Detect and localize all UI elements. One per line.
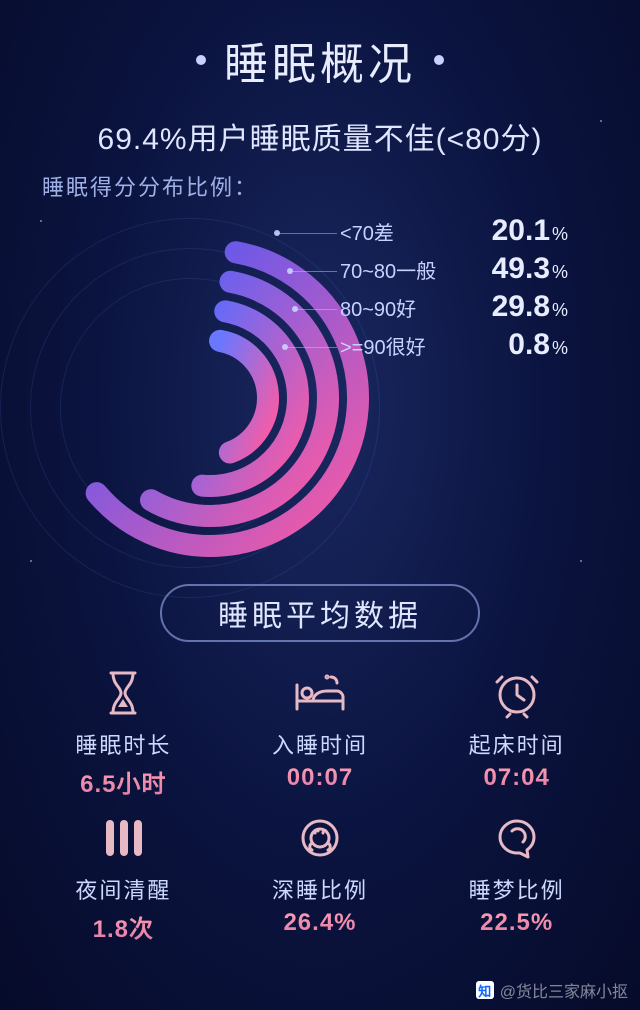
- legend-row: <70差20.1%: [340, 214, 568, 252]
- legend-row: >=90很好0.8%: [340, 328, 568, 366]
- zhihu-icon: 知: [476, 981, 494, 999]
- legend-value: 49.3: [460, 252, 550, 286]
- alarm-icon: [423, 664, 610, 722]
- stats-grid: 睡眠时长 6.5小时入睡时间 00:07 起床时间 07:04 夜间清醒 1.8次深睡比例 2…: [0, 664, 640, 944]
- radial-chart: <70差20.1%70~80一般49.3%80~90好29.8%>=90很好0.…: [0, 208, 640, 568]
- leader-dot: [292, 306, 298, 312]
- brain-icon: [423, 809, 610, 867]
- legend-row: 70~80一般49.3%: [340, 252, 568, 290]
- arc-segment: [220, 341, 268, 453]
- page-title: 睡眠概况: [224, 28, 416, 92]
- legend-label: <70差: [340, 217, 460, 246]
- stat-label: 睡眠时长: [30, 728, 217, 760]
- legend-row: 80~90好29.8%: [340, 290, 568, 328]
- headline-text: 69.4%用户睡眠质量不佳(<80分): [0, 114, 640, 158]
- leader-line: [285, 347, 337, 348]
- radial-arcs: [20, 198, 380, 578]
- legend-label: 70~80一般: [340, 255, 460, 284]
- stat-value: 07:04: [423, 764, 610, 792]
- stat-value: 22.5%: [423, 909, 610, 937]
- decor-dot-right: [434, 55, 444, 65]
- stat-cell: 深睡比例 26.4%: [227, 809, 414, 944]
- decor-dot-left: [196, 55, 206, 65]
- leader-dot: [287, 268, 293, 274]
- legend-pct-suffix: %: [552, 262, 568, 283]
- bed-icon: [227, 664, 414, 722]
- stat-value: 1.8次: [30, 909, 217, 944]
- stat-cell: 睡眠时长 6.5小时: [30, 664, 217, 799]
- stat-cell: 夜间清醒 1.8次: [30, 809, 217, 944]
- legend-value: 29.8: [460, 290, 550, 324]
- leader-line: [290, 271, 337, 272]
- stat-value: 26.4%: [227, 909, 414, 937]
- chart-legend: <70差20.1%70~80一般49.3%80~90好29.8%>=90很好0.…: [340, 214, 568, 366]
- stat-value: 6.5小时: [30, 764, 217, 799]
- legend-value: 0.8: [460, 328, 550, 362]
- stat-label: 夜间清醒: [30, 873, 217, 905]
- leader-line: [295, 309, 337, 310]
- leader-dot: [282, 344, 288, 350]
- stat-cell: 入睡时间 00:07: [227, 664, 414, 799]
- legend-label: 80~90好: [340, 293, 460, 322]
- stat-label: 入睡时间: [227, 728, 414, 760]
- page-header: 睡眠概况: [0, 0, 640, 92]
- stat-label: 起床时间: [423, 728, 610, 760]
- legend-label: >=90很好: [340, 331, 460, 360]
- watermark-text: @货比三家麻小抠: [500, 978, 628, 1002]
- legend-pct-suffix: %: [552, 338, 568, 359]
- leader-dot: [274, 230, 280, 236]
- sheep-icon: [227, 809, 414, 867]
- stat-label: 深睡比例: [227, 873, 414, 905]
- hourglass-icon: [30, 664, 217, 722]
- legend-value: 20.1: [460, 214, 550, 248]
- stat-value: 00:07: [227, 764, 414, 792]
- legend-pct-suffix: %: [552, 300, 568, 321]
- stat-cell: 起床时间 07:04: [423, 664, 610, 799]
- leader-line: [277, 233, 337, 234]
- watermark: 知 @货比三家麻小抠: [476, 978, 628, 1002]
- stat-label: 睡梦比例: [423, 873, 610, 905]
- legend-pct-suffix: %: [552, 224, 568, 245]
- stat-cell: 睡梦比例 22.5%: [423, 809, 610, 944]
- tally-icon: [30, 809, 217, 867]
